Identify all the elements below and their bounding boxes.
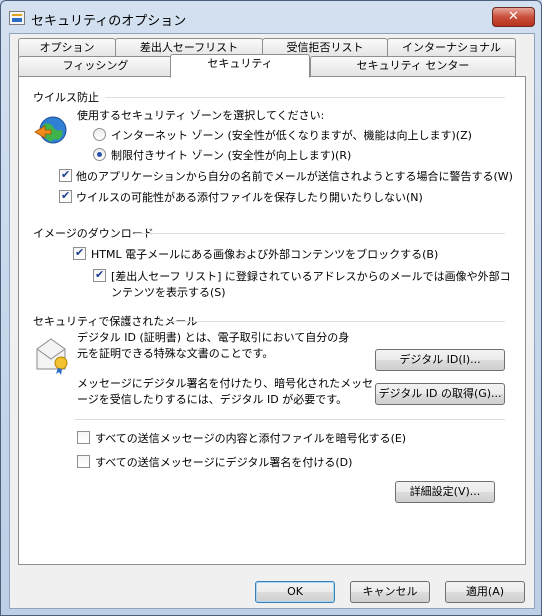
digital-id-desc-line2: 元を証明できる特殊な文書のことです。 xyxy=(77,347,274,360)
ok-button[interactable]: OK xyxy=(255,581,335,603)
encrypt-all-checkbox[interactable] xyxy=(77,431,90,444)
apply-button[interactable]: 適用(A) xyxy=(445,581,525,603)
close-button[interactable]: ✕ xyxy=(492,7,535,27)
tab-options[interactable]: オプション xyxy=(18,38,116,58)
get-digital-id-button[interactable]: デジタル ID の取得(G)... xyxy=(375,383,505,405)
safe-list-images-label-line1[interactable]: [差出人セーフ リスト] に登録されているアドレスからのメールでは画像や外部コ xyxy=(111,268,511,284)
digital-id-desc-line1: デジタル ID (証明書) とは、電子取引において自分の身 xyxy=(77,331,350,344)
safe-list-images-label-line2[interactable]: ンテンツを表示する(S) xyxy=(111,284,226,300)
virus-protection-title: ウイルス防止 xyxy=(33,91,99,104)
block-html-images-checkbox[interactable] xyxy=(73,246,86,260)
image-separator xyxy=(135,233,505,234)
tab-security-center[interactable]: セキュリティ センター xyxy=(310,56,516,76)
tab-international[interactable]: インターナショナル xyxy=(387,38,516,58)
sign-all-checkbox[interactable] xyxy=(77,455,90,468)
title-bar[interactable]: セキュリティのオプション ✕ xyxy=(1,1,541,33)
security-options-window: セキュリティのオプション ✕ オプション 差出人セーフリスト 受信拒否リスト イ… xyxy=(0,0,542,616)
tab-phishing[interactable]: フィッシング xyxy=(18,56,173,76)
secure-mail-inner-separator xyxy=(75,419,505,420)
window-title: セキュリティのオプション xyxy=(31,14,187,29)
sign-desc-line1: メッセージにデジタル署名を付けたり、暗号化されたメッセ xyxy=(77,377,374,390)
globe-shield-icon xyxy=(33,113,69,149)
block-html-images-label[interactable]: HTML 電子メールにある画像および外部コンテンツをブロックする(B) xyxy=(91,246,438,262)
internet-zone-radio[interactable] xyxy=(93,128,106,141)
internet-zone-label[interactable]: インターネット ゾーン (安全性が低くなりますが、機能は向上します)(Z) xyxy=(111,127,472,143)
restricted-zone-radio[interactable] xyxy=(93,148,106,161)
advanced-settings-button[interactable]: 詳細設定(V)... xyxy=(395,481,495,503)
warn-send-label[interactable]: 他のアプリケーションから自分の名前でメールが送信されようとする場合に警告する(W… xyxy=(76,168,513,184)
secure-mail-separator xyxy=(169,321,505,322)
cancel-button[interactable]: キャンセル xyxy=(350,581,430,603)
mail-options-icon xyxy=(9,11,25,25)
restricted-zone-label[interactable]: 制限付きサイト ゾーン (安全性が向上します)(R) xyxy=(111,147,351,163)
sign-desc-line2: ージを受信したりするには、デジタル ID が必要です。 xyxy=(77,393,348,406)
sign-all-label[interactable]: すべての送信メッセージにデジタル署名を付ける(D) xyxy=(95,454,352,470)
digital-id-button[interactable]: デジタル ID(I)... xyxy=(375,349,505,371)
block-attachments-label[interactable]: ウイルスの可能性がある添付ファイルを保存したり開いたりしない(N) xyxy=(76,189,423,205)
security-tab-panel: ウイルス防止 使用するセキュリティ ゾーンを選択してください: インターネット … xyxy=(18,76,526,565)
tab-security[interactable]: セキュリティ xyxy=(170,54,310,78)
certificate-envelope-icon xyxy=(33,335,73,375)
virus-separator xyxy=(105,97,505,98)
dialog-client: オプション 差出人セーフリスト 受信拒否リスト インターナショナル フィッシング… xyxy=(9,33,535,609)
safe-list-images-checkbox[interactable] xyxy=(93,268,106,282)
warn-send-checkbox[interactable] xyxy=(59,168,72,182)
zone-prompt: 使用するセキュリティ ゾーンを選択してください: xyxy=(77,109,325,122)
block-attachments-checkbox[interactable] xyxy=(59,189,72,203)
encrypt-all-label[interactable]: すべての送信メッセージの内容と添付ファイルを暗号化する(E) xyxy=(95,430,406,446)
